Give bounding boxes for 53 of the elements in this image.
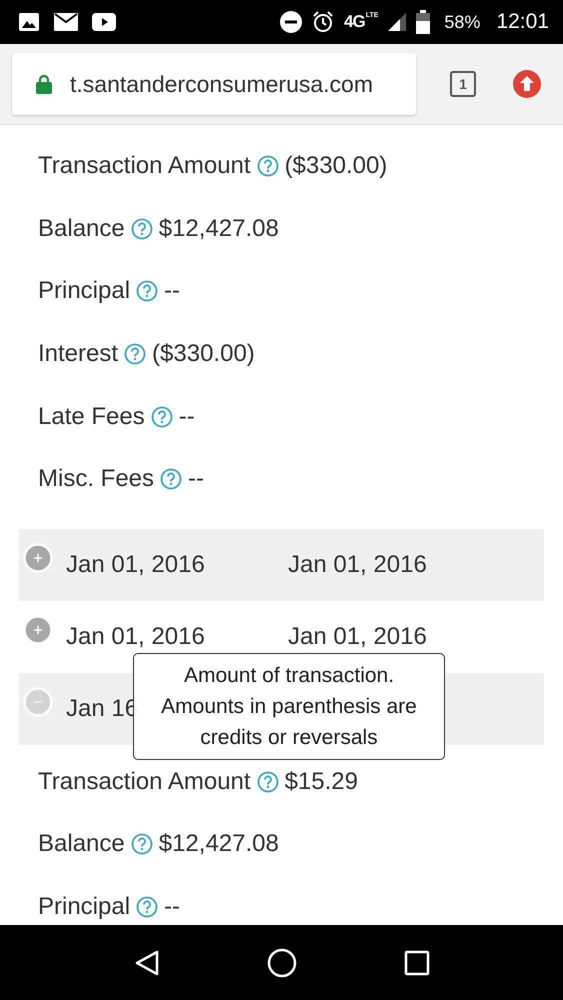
help-icon[interactable] [256,155,279,178]
transaction-date: Jan 01, 2016 [66,622,205,651]
image-icon [18,12,40,32]
lock-icon [36,74,52,94]
posted-date: Jan 01, 2016 [288,622,427,651]
field-label: Balance [38,214,125,243]
play-icon [92,13,116,31]
alarm-icon [312,11,334,33]
help-icon[interactable] [256,770,279,793]
field-label: Transaction Amount [38,152,251,180]
do-not-disturb-icon [280,11,302,33]
expand-icon[interactable] [23,542,53,573]
field-value: $15.29 [284,768,358,796]
address-bar[interactable]: t.santanderconsumerusa.com [12,53,416,115]
back-icon[interactable] [133,948,162,976]
help-icon[interactable] [136,896,158,918]
transaction-row[interactable]: Jan 01, 2016 Jan 01, 2016 [19,528,544,601]
help-icon[interactable] [130,218,153,240]
field-label: Interest [38,340,118,368]
field-value: -- [164,893,180,922]
signal-icon [388,13,406,31]
help-icon[interactable] [150,406,173,428]
field-value: ($330.00) [284,152,388,180]
help-icon[interactable] [124,343,146,366]
posted-date: Jan 01, 2016 [288,550,427,579]
tab-count-button[interactable]: 1 [450,71,476,97]
field-value: -- [164,277,180,306]
network-type: 4G [344,12,365,32]
recents-icon[interactable] [404,950,430,976]
help-icon[interactable] [136,280,158,302]
field-value: $12,427.08 [158,214,279,243]
battery-icon [416,10,430,34]
expand-icon[interactable] [23,614,53,645]
field-value: -- [178,402,195,431]
help-icon[interactable] [160,468,182,490]
field-value: -- [188,465,204,494]
collapse-icon[interactable] [23,686,53,717]
field-value: $12,427.08 [158,830,279,858]
field-label: Principal [38,893,130,922]
field-label: Misc. Fees [38,465,154,494]
battery-percent: 58% [444,12,480,32]
field-label: Transaction Amount [38,768,251,796]
home-icon[interactable] [267,948,298,978]
field-label: Principal [38,277,130,306]
field-label: Balance [38,830,125,858]
update-icon[interactable] [513,70,541,98]
field-label: Late Fees [38,402,145,431]
tooltip: Amount of transaction. Amounts in parenthesis are credits or reversals [133,652,445,760]
mail-icon [54,13,78,31]
field-value: ($330.00) [152,340,255,368]
clock: 12:01 [496,10,549,34]
transaction-date: Jan 01, 2016 [66,550,205,579]
help-icon[interactable] [130,833,153,856]
